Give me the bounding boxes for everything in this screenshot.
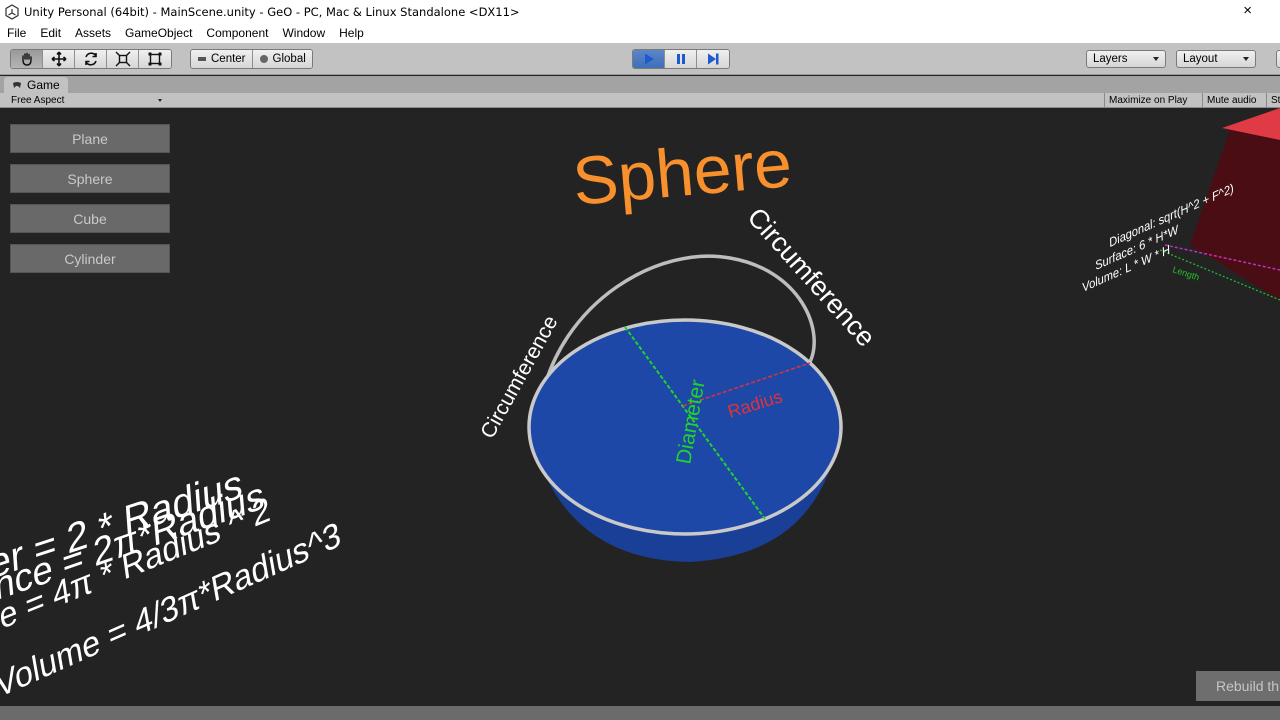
menu-bar: File Edit Assets GameObject Component Wi…: [0, 23, 1280, 43]
pivot-global-label: Global: [272, 53, 306, 65]
layout-label: Layout: [1183, 53, 1218, 65]
game-view-toolbar: Free Aspect Maximize on Play Mute audio …: [0, 93, 1280, 108]
menu-help[interactable]: Help: [332, 26, 371, 40]
menu-window[interactable]: Window: [275, 26, 332, 40]
stats-toggle[interactable]: St: [1266, 93, 1280, 108]
layers-dropdown[interactable]: Layers: [1086, 50, 1166, 68]
mute-audio-label: Mute audio: [1207, 95, 1257, 106]
hand-tool-button[interactable]: [11, 50, 43, 68]
menu-edit[interactable]: Edit: [33, 26, 68, 40]
step-button[interactable]: [697, 50, 729, 68]
step-icon: [708, 53, 719, 65]
pivot-center-icon: [198, 57, 206, 61]
cylinder-button[interactable]: Cylinder: [10, 244, 170, 273]
menu-component[interactable]: Component: [199, 26, 275, 40]
game-controller-icon: [13, 82, 21, 88]
plane-button[interactable]: Plane: [10, 124, 170, 153]
status-bar: [0, 706, 1280, 720]
chevron-down-icon: [1153, 57, 1159, 61]
maximize-on-play-toggle[interactable]: Maximize on Play: [1104, 93, 1191, 108]
unity-logo-icon: [5, 3, 19, 20]
rect-tool-button[interactable]: [139, 50, 171, 68]
rotate-tool-icon: [84, 52, 97, 66]
window-title: Unity Personal (64bit) - MainScene.unity…: [24, 4, 520, 19]
rotate-tool-button[interactable]: [75, 50, 107, 68]
scale-tool-button[interactable]: [107, 50, 139, 68]
sphere-object: Diameter Radius: [527, 318, 843, 562]
tab-row: Game: [0, 76, 1280, 93]
cube-button[interactable]: Cube: [10, 204, 170, 233]
aspect-label: Free Aspect: [11, 95, 65, 106]
pivot-center-toggle[interactable]: Center: [191, 50, 253, 68]
mute-audio-toggle[interactable]: Mute audio: [1202, 93, 1260, 108]
scale-tool-icon: [115, 51, 130, 67]
move-tool-icon: [51, 51, 66, 67]
menu-gameobject[interactable]: GameObject: [118, 26, 199, 40]
menu-file[interactable]: File: [0, 26, 33, 40]
main-toolbar: Center Global Layers Layout: [0, 43, 1280, 75]
play-button[interactable]: [633, 50, 665, 68]
chevron-down-icon: [1243, 57, 1249, 61]
tab-game[interactable]: Game: [4, 77, 68, 93]
stats-label: St: [1271, 95, 1280, 106]
pivot-toggles: Center Global: [190, 49, 313, 69]
layout-dropdown[interactable]: Layout: [1176, 50, 1256, 68]
layers-label: Layers: [1093, 53, 1128, 65]
cube-object: Diagonal: sqrt(H^2 + F^2) Surface: 6 * H…: [1081, 108, 1280, 301]
pause-icon: [676, 54, 685, 64]
tab-game-label: Game: [27, 78, 60, 92]
pause-button[interactable]: [665, 50, 697, 68]
scene-render: Diagonal: sqrt(H^2 + F^2) Surface: 6 * H…: [0, 108, 1280, 706]
transform-tools: [10, 49, 172, 69]
playback-controls: [632, 49, 730, 69]
menu-assets[interactable]: Assets: [68, 26, 118, 40]
global-icon: [259, 55, 268, 63]
cube-edge-label: Length: [1171, 264, 1200, 282]
hand-tool-icon: [21, 52, 32, 66]
account-dropdown[interactable]: [1276, 50, 1280, 68]
chevron-down-icon: [158, 99, 162, 102]
rect-tool-icon: [148, 52, 162, 66]
game-viewport[interactable]: Diagonal: sqrt(H^2 + F^2) Surface: 6 * H…: [0, 108, 1280, 720]
play-icon: [644, 53, 654, 65]
move-tool-button[interactable]: [43, 50, 75, 68]
aspect-dropdown[interactable]: Free Aspect: [6, 94, 166, 107]
pivot-global-toggle[interactable]: Global: [252, 50, 312, 68]
maximize-on-play-label: Maximize on Play: [1109, 95, 1188, 106]
pivot-center-label: Center: [211, 53, 246, 65]
rebuild-button[interactable]: Rebuild th: [1196, 671, 1280, 701]
sphere-button[interactable]: Sphere: [10, 164, 170, 193]
title-bar: Unity Personal (64bit) - MainScene.unity…: [0, 0, 1280, 23]
close-window-button[interactable]: ×: [1243, 2, 1252, 19]
